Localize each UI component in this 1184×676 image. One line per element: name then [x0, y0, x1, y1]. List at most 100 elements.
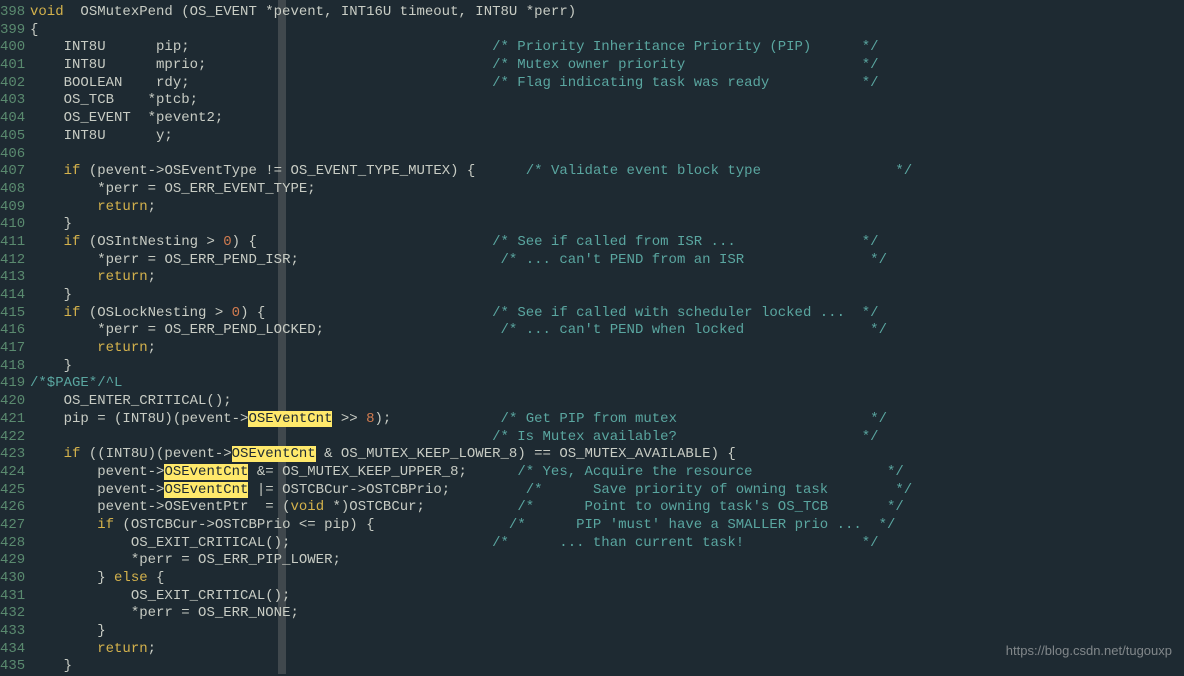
line-number: 417 — [0, 340, 30, 358]
line-number: 402 — [0, 75, 30, 93]
code-line[interactable]: 429 *perr = OS_ERR_PIP_LOWER; — [0, 552, 1184, 570]
line-number: 407 — [0, 163, 30, 181]
code-line[interactable]: 435 } — [0, 658, 1184, 676]
code-line[interactable]: 405 INT8U y; — [0, 128, 1184, 146]
code-line[interactable]: 432 *perr = OS_ERR_NONE; — [0, 605, 1184, 623]
line-number: 418 — [0, 358, 30, 376]
line-content: if (OSLockNesting > 0) { /* See if calle… — [30, 305, 879, 323]
code-line[interactable]: 411 if (OSIntNesting > 0) { /* See if ca… — [0, 234, 1184, 252]
code-line[interactable]: 416 *perr = OS_ERR_PEND_LOCKED; /* ... c… — [0, 322, 1184, 340]
line-number: 398 — [0, 4, 30, 22]
keyword: if — [64, 163, 81, 179]
code-line[interactable]: 412 *perr = OS_ERR_PEND_ISR; /* ... can'… — [0, 252, 1184, 270]
comment: /* ... can't PEND from an ISR */ — [501, 252, 887, 268]
keyword: if — [97, 517, 114, 533]
line-number: 414 — [0, 287, 30, 305]
code-line[interactable]: 419/*$PAGE*/^L — [0, 375, 1184, 393]
line-number: 423 — [0, 446, 30, 464]
comment: /* Flag indicating task was ready */ — [492, 75, 878, 91]
code-line[interactable]: 402 BOOLEAN rdy; /* Flag indicating task… — [0, 75, 1184, 93]
comment: /* Priority Inheritance Priority (PIP) *… — [492, 39, 878, 55]
keyword: if — [64, 305, 81, 321]
code-line[interactable]: 430 } else { — [0, 570, 1184, 588]
code-line[interactable]: 403 OS_TCB *ptcb; — [0, 92, 1184, 110]
line-number: 426 — [0, 499, 30, 517]
code-line[interactable]: 418 } — [0, 358, 1184, 376]
code-line[interactable]: 420 OS_ENTER_CRITICAL(); — [0, 393, 1184, 411]
line-number: 400 — [0, 39, 30, 57]
line-content: OS_TCB *ptcb; — [30, 92, 198, 110]
code-line[interactable]: 401 INT8U mprio; /* Mutex owner priority… — [0, 57, 1184, 75]
line-number: 411 — [0, 234, 30, 252]
code-line[interactable]: 398void OSMutexPend (OS_EVENT *pevent, I… — [0, 4, 1184, 22]
code-line[interactable]: 414 } — [0, 287, 1184, 305]
line-content: INT8U pip; /* Priority Inheritance Prior… — [30, 39, 879, 57]
line-number: 427 — [0, 517, 30, 535]
code-line[interactable]: 409 return; — [0, 199, 1184, 217]
line-content: { — [30, 22, 38, 40]
line-number: 420 — [0, 393, 30, 411]
line-number: 412 — [0, 252, 30, 270]
comment: /* Save priority of owning task */ — [526, 482, 912, 498]
line-number: 419 — [0, 375, 30, 393]
line-number: 432 — [0, 605, 30, 623]
line-number: 399 — [0, 22, 30, 40]
line-content: *perr = OS_ERR_EVENT_TYPE; — [30, 181, 316, 199]
comment: /* ... can't PEND when locked */ — [501, 322, 887, 338]
line-number: 401 — [0, 57, 30, 75]
code-line[interactable]: 415 if (OSLockNesting > 0) { /* See if c… — [0, 305, 1184, 323]
code-line[interactable]: 410 } — [0, 216, 1184, 234]
line-number: 435 — [0, 658, 30, 676]
line-content: if (OSTCBCur->OSTCBPrio <= pip) { /* PIP… — [30, 517, 895, 535]
comment: /* See if called with scheduler locked .… — [492, 305, 878, 321]
line-number: 404 — [0, 110, 30, 128]
code-line[interactable]: 426 pevent->OSEventPtr = (void *)OSTCBCu… — [0, 499, 1184, 517]
code-line[interactable]: 400 INT8U pip; /* Priority Inheritance P… — [0, 39, 1184, 57]
code-editor-viewport: 398void OSMutexPend (OS_EVENT *pevent, I… — [0, 0, 1184, 676]
comment: /* Get PIP from mutex */ — [501, 411, 887, 427]
line-content: *perr = OS_ERR_PEND_ISR; /* ... can't PE… — [30, 252, 887, 270]
code-line[interactable]: 425 pevent->OSEventCnt |= OSTCBCur->OSTC… — [0, 482, 1184, 500]
line-content: pevent->OSEventCnt &= OS_MUTEX_KEEP_UPPE… — [30, 464, 904, 482]
code-line[interactable]: 408 *perr = OS_ERR_EVENT_TYPE; — [0, 181, 1184, 199]
watermark-text: https://blog.csdn.net/tugouxp — [1006, 642, 1172, 660]
code-line[interactable]: 433 } — [0, 623, 1184, 641]
comment: /* See if called from ISR ... */ — [492, 234, 878, 250]
code-line[interactable]: 421 pip = (INT8U)(pevent->OSEventCnt >> … — [0, 411, 1184, 429]
line-content: return; — [30, 199, 156, 217]
code-line[interactable]: 404 OS_EVENT *pevent2; — [0, 110, 1184, 128]
keyword: void — [30, 4, 64, 20]
line-number: 434 — [0, 641, 30, 659]
line-number: 422 — [0, 429, 30, 447]
line-number: 406 — [0, 146, 30, 164]
code-line[interactable]: 413 return; — [0, 269, 1184, 287]
line-content: /*$PAGE*/^L — [30, 375, 122, 393]
line-number: 430 — [0, 570, 30, 588]
keyword: void — [290, 499, 324, 515]
keyword: return — [97, 269, 147, 285]
line-content: BOOLEAN rdy; /* Flag indicating task was… — [30, 75, 879, 93]
code-line[interactable]: 427 if (OSTCBCur->OSTCBPrio <= pip) { /*… — [0, 517, 1184, 535]
code-line[interactable]: 422 /* Is Mutex available? */ — [0, 429, 1184, 447]
line-number: 405 — [0, 128, 30, 146]
line-content: *perr = OS_ERR_PEND_LOCKED; /* ... can't… — [30, 322, 887, 340]
comment: /* Is Mutex available? */ — [492, 429, 878, 445]
line-content: INT8U y; — [30, 128, 173, 146]
line-number: 403 — [0, 92, 30, 110]
code-line[interactable]: 406 — [0, 146, 1184, 164]
code-line[interactable]: 407 if (pevent->OSEventType != OS_EVENT_… — [0, 163, 1184, 181]
code-line[interactable]: 399{ — [0, 22, 1184, 40]
code-line[interactable]: 428 OS_EXIT_CRITICAL(); /* ... than curr… — [0, 535, 1184, 553]
comment: /* Yes, Acquire the resource */ — [517, 464, 903, 480]
line-number: 433 — [0, 623, 30, 641]
code-line[interactable]: 423 if ((INT8U)(pevent->OSEventCnt & OS_… — [0, 446, 1184, 464]
line-content: *perr = OS_ERR_PIP_LOWER; — [30, 552, 341, 570]
comment: /* ... than current task! */ — [492, 535, 878, 551]
code-line[interactable]: 431 OS_EXIT_CRITICAL(); — [0, 588, 1184, 606]
line-content: pevent->OSEventCnt |= OSTCBCur->OSTCBPri… — [30, 482, 912, 500]
keyword: return — [97, 641, 147, 657]
keyword: if — [64, 234, 81, 250]
line-number: 408 — [0, 181, 30, 199]
code-line[interactable]: 424 pevent->OSEventCnt &= OS_MUTEX_KEEP_… — [0, 464, 1184, 482]
code-line[interactable]: 417 return; — [0, 340, 1184, 358]
